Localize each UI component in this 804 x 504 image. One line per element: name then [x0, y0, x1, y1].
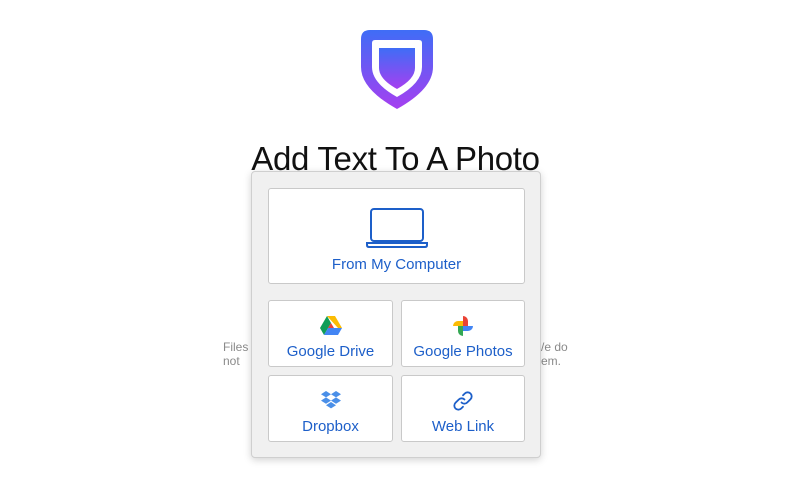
web-link-button[interactable]: Web Link [401, 375, 525, 442]
upload-source-picker: From My Computer Google Drive Google Pho… [251, 171, 541, 458]
google-drive-button[interactable]: Google Drive [268, 300, 393, 367]
google-photos-button[interactable]: Google Photos [401, 300, 525, 367]
google-photos-icon [453, 316, 473, 336]
dropbox-button[interactable]: Dropbox [268, 375, 393, 442]
app-page: Add Text To A Photo Files not /e do em. … [0, 0, 804, 504]
link-icon [453, 391, 473, 411]
dropbox-icon [320, 391, 341, 409]
background-note-right: /e do em. [541, 340, 568, 368]
web-link-label: Web Link [431, 418, 495, 435]
background-note-left: Files not [223, 340, 249, 368]
google-photos-label: Google Photos [413, 343, 513, 360]
google-drive-icon [319, 316, 342, 335]
shield-logo-icon [361, 30, 433, 109]
dropbox-label: Dropbox [302, 418, 359, 435]
from-my-computer-label: From My Computer [331, 256, 462, 273]
laptop-icon [365, 208, 428, 248]
google-drive-label: Google Drive [286, 343, 375, 360]
from-my-computer-button[interactable]: From My Computer [268, 188, 525, 284]
